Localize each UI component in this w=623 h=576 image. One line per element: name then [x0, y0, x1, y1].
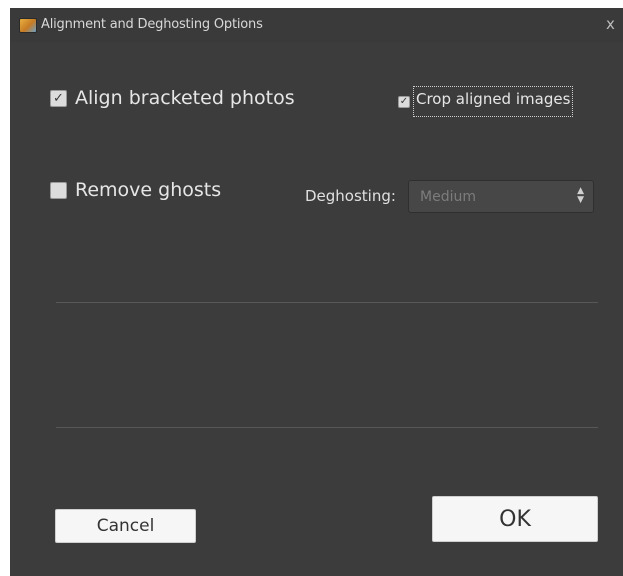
- divider: [56, 427, 598, 428]
- close-icon[interactable]: x: [606, 16, 615, 32]
- align-bracketed-label: Align bracketed photos: [75, 87, 295, 109]
- cancel-button[interactable]: Cancel: [55, 509, 196, 543]
- check-mark-icon: ✓: [53, 90, 64, 106]
- deghosting-value: Medium: [420, 189, 476, 205]
- remove-ghosts-label: Remove ghosts: [75, 179, 222, 201]
- photo-merge-icon: [19, 18, 37, 33]
- align-bracketed-checkbox[interactable]: ✓ Align bracketed photos: [50, 87, 295, 109]
- dialog-window: Alignment and Deghosting Options x ✓ Ali…: [10, 8, 623, 576]
- deghosting-select[interactable]: Medium ▲ ▼: [408, 180, 594, 213]
- crop-aligned-checkbox[interactable]: ✓ Crop aligned images: [398, 86, 574, 117]
- remove-ghosts-checkbox[interactable]: Remove ghosts: [50, 179, 221, 201]
- divider: [56, 302, 598, 303]
- checkbox-box[interactable]: ✓: [398, 95, 410, 108]
- check-mark-icon: ✓: [399, 96, 409, 107]
- deghosting-label: Deghosting:: [305, 187, 396, 205]
- dialog-title: Alignment and Deghosting Options: [41, 17, 263, 32]
- crop-aligned-label: Crop aligned images: [412, 86, 574, 117]
- title-bar: Alignment and Deghosting Options x: [10, 8, 623, 42]
- checkbox-box[interactable]: [50, 181, 67, 199]
- arrow-down-icon: ▼: [577, 195, 584, 205]
- checkbox-box[interactable]: ✓: [50, 89, 67, 107]
- ok-button[interactable]: OK: [432, 496, 598, 542]
- updown-arrows-icon: ▲ ▼: [577, 187, 584, 205]
